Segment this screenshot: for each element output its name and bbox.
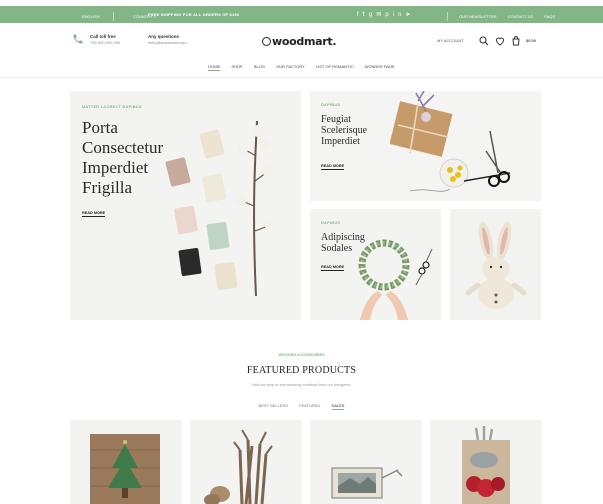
hero-main-title-line: Imperdiet bbox=[82, 158, 149, 177]
call-value[interactable]: +00 000 000 000 bbox=[90, 40, 120, 45]
faqs-link[interactable]: FAQS bbox=[544, 14, 555, 19]
plush-bunny-image bbox=[465, 221, 527, 309]
hero-main-tag: MATTER LAORECT DAPIBUS bbox=[82, 105, 142, 109]
site-logo[interactable]: woodmart. bbox=[262, 35, 337, 48]
cutlery-holder-image bbox=[462, 426, 510, 504]
nav-item-list-of-romantic[interactable]: LIST OF ROMANTIC bbox=[316, 64, 353, 69]
top-bar-right: OUR NEWSLETTER CONTACT US FAQS bbox=[437, 12, 555, 21]
shipping-notice: FREE SHIPPING FOR ALL ORDERS OF $150 bbox=[148, 12, 240, 17]
hero-bottom-right-banner[interactable] bbox=[450, 209, 541, 320]
wreath-and-hands-image bbox=[358, 239, 433, 320]
tab-best-sellers[interactable]: BEST SELLERS bbox=[259, 403, 289, 408]
wooden-christmas-tree-image bbox=[90, 434, 160, 504]
main-nav: HOME SHOP BLOG OUR FACTORY LIST OF ROMAN… bbox=[0, 64, 603, 71]
nav-item-shop[interactable]: SHOP bbox=[231, 64, 242, 69]
tab-featured[interactable]: FEATURED bbox=[299, 403, 320, 408]
hero-main-title-line: Porta bbox=[82, 118, 118, 137]
logo-text: woodmart. bbox=[272, 35, 337, 48]
logo-mark-icon bbox=[262, 37, 271, 46]
wooden-branches-decor-image bbox=[204, 429, 273, 504]
cart-total[interactable]: $0.00 bbox=[526, 38, 536, 43]
phone-icon bbox=[73, 34, 83, 44]
nav-divider bbox=[0, 77, 603, 78]
questions-info: Any questions hello@woodmart.com bbox=[148, 34, 187, 46]
my-account-link[interactable]: MY ACCOUNT bbox=[437, 38, 464, 43]
hero-main-read-more[interactable]: READ MORE bbox=[82, 211, 106, 217]
nav-item-home[interactable]: HOME bbox=[208, 64, 221, 71]
call-info: Call toll free +00 000 000 000 bbox=[90, 34, 120, 46]
tab-sales[interactable]: SALES bbox=[331, 403, 345, 410]
nav-item-wonder-page[interactable]: WONDER PAGE bbox=[365, 64, 395, 69]
product-card[interactable] bbox=[70, 420, 182, 504]
featured-section-title: FEATURED PRODUCTS bbox=[246, 365, 357, 376]
hero-top-right-banner[interactable]: DAPIBUS Feugiat Scelerisque Imperdiet RE… bbox=[310, 91, 541, 201]
pinterest-icon[interactable]: p bbox=[385, 12, 392, 18]
photo-frame-image bbox=[331, 467, 403, 499]
hero-bottom-middle-read-more[interactable]: READ MORE bbox=[321, 265, 345, 271]
hero-top-right-title-line: Scelerisque bbox=[321, 125, 368, 136]
product-card[interactable] bbox=[310, 420, 422, 504]
hero-top-right-title: Feugiat Scelerisque Imperdiet bbox=[321, 114, 367, 147]
contact-link[interactable]: CONTACT US bbox=[508, 14, 534, 19]
top-bar: ENGLISH COUNTRY ˅ FREE SHIPPING FOR ALL … bbox=[0, 6, 603, 23]
social-icons: f𝗍g✉pin➤ bbox=[357, 11, 414, 18]
divider bbox=[447, 12, 448, 21]
soap-bars-and-cotton-image bbox=[165, 120, 274, 297]
hero-top-right-read-more[interactable]: READ MORE bbox=[321, 164, 345, 170]
cart-icon[interactable] bbox=[510, 35, 522, 47]
search-icon[interactable] bbox=[478, 35, 490, 47]
hero-main-title: Porta Consectetur Imperdiet Frigilla bbox=[82, 118, 163, 198]
product-tabs: BEST SELLERS FEATURED SALES bbox=[0, 403, 603, 410]
featured-section-tag: WOODEN ACCESSORIES bbox=[278, 353, 325, 357]
site-header: Call toll free +00 000 000 000 Any quest… bbox=[0, 23, 603, 59]
featured-section-subtitle: Visit our shop to see amazing creations … bbox=[251, 383, 352, 387]
product-card[interactable] bbox=[430, 420, 542, 504]
hero-top-right-title-line: Imperdiet bbox=[321, 136, 360, 147]
hero-bottom-middle-tag: DAPIBUS bbox=[321, 221, 341, 225]
hero-main-banner[interactable]: MATTER LAORECT DAPIBUS Porta Consectetur… bbox=[70, 91, 301, 320]
divider bbox=[112, 12, 114, 21]
nav-item-our-factory[interactable]: OUR FACTORY bbox=[276, 64, 305, 69]
hero-top-right-title-line: Feugiat bbox=[321, 114, 351, 125]
hero-bottom-middle-banner[interactable]: DAPIBUS Adipiscing Sodales READ MORE bbox=[310, 209, 441, 320]
wishlist-heart-icon[interactable] bbox=[494, 35, 506, 47]
hero-top-right-tag: DAPIBUS bbox=[321, 103, 341, 107]
nav-item-blog[interactable]: BLOG bbox=[254, 64, 265, 69]
newsletter-link[interactable]: OUR NEWSLETTER bbox=[459, 14, 496, 19]
language-selector[interactable]: ENGLISH bbox=[82, 14, 100, 19]
questions-value[interactable]: hello@woodmart.com bbox=[148, 40, 187, 45]
hero-main-title-line: Frigilla bbox=[82, 178, 133, 197]
gift-box-and-scissors-image bbox=[390, 91, 511, 192]
product-card[interactable] bbox=[190, 420, 302, 504]
telegram-icon[interactable]: ➤ bbox=[405, 12, 414, 18]
hero-main-title-line: Consectetur bbox=[82, 138, 164, 157]
linkedin-icon[interactable]: in bbox=[393, 12, 406, 18]
